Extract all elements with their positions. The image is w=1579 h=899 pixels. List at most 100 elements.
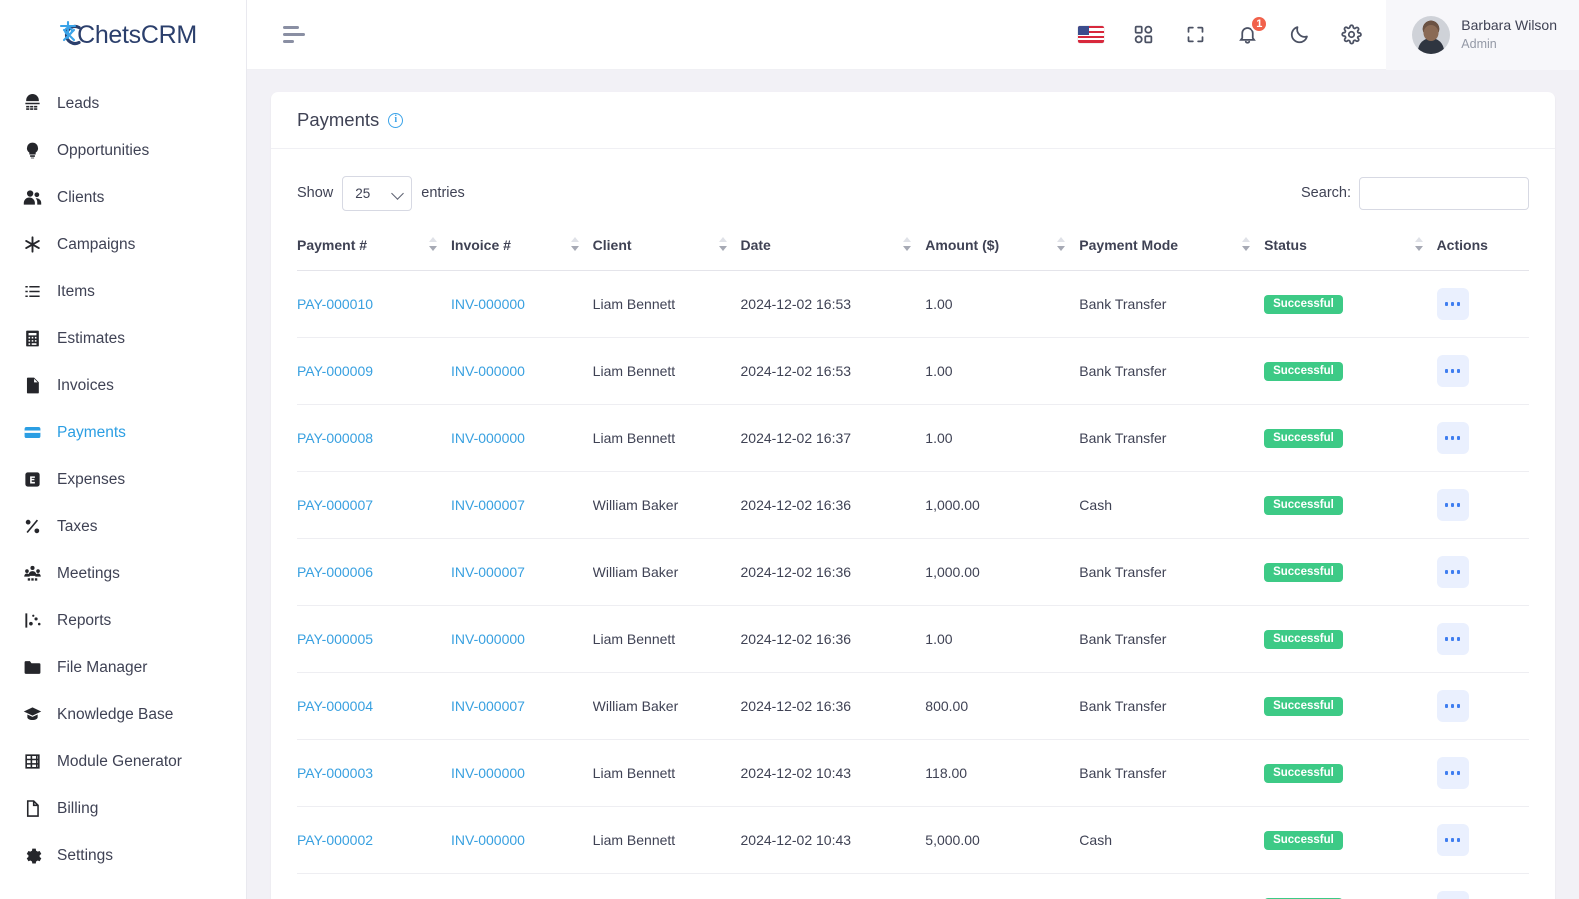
sidebar-item-reports[interactable]: Reports — [0, 597, 246, 644]
ellipsis-icon[interactable] — [1436, 690, 1469, 722]
settings-gear-icon[interactable] — [1338, 22, 1364, 48]
column-header-date[interactable]: Date — [741, 237, 926, 271]
invoice-link[interactable]: INV-000000 — [451, 296, 525, 312]
sidebar-item-payments[interactable]: Payments — [0, 409, 246, 456]
invoice-link[interactable]: INV-000007 — [451, 497, 525, 513]
sidebar-item-leads[interactable]: Leads — [0, 80, 246, 127]
cell-date: 2024-12-02 16:36 — [740, 605, 926, 673]
payment-link[interactable]: PAY-000002 — [297, 832, 373, 848]
cell-date: 2024-12-02 16:36 — [740, 471, 926, 539]
cell-date: 2024-12-02 10:43 — [740, 806, 926, 874]
invoice-link[interactable]: INV-000007 — [451, 698, 525, 714]
sidebar-item-campaigns[interactable]: Campaigns — [0, 221, 246, 268]
cell-invoice-number: INV-000000 — [451, 605, 593, 673]
sidebar-item-expenses[interactable]: Expenses — [0, 456, 246, 503]
column-header-client[interactable]: Client — [593, 237, 741, 271]
notifications-bell-icon[interactable]: 1 — [1234, 14, 1269, 48]
sidebar-item-billing[interactable]: Billing — [0, 785, 246, 832]
column-header-amount[interactable]: Amount ($) — [925, 237, 1079, 271]
ellipsis-icon[interactable] — [1436, 623, 1469, 655]
sidebar-item-estimates[interactable]: Estimates — [0, 315, 246, 362]
cell-invoice-number: INV-000002 — [451, 873, 593, 899]
sort-arrows-icon — [903, 237, 912, 251]
sidebar-item-label: Payments — [57, 423, 126, 441]
cell-date: 2024-12-02 16:36 — [740, 538, 926, 606]
cell-payment-number: PAY-000008 — [297, 404, 451, 472]
column-header-payment-mode[interactable]: Payment Mode — [1079, 237, 1264, 271]
table-row: PAY-000010 INV-000000 Liam Bennett 2024-12-… — [297, 270, 1529, 338]
sidebar-item-clients[interactable]: Clients — [0, 174, 246, 221]
hamburger-icon[interactable] — [283, 26, 305, 43]
content-area: Payments i Show 25 entries Search: Payme… — [247, 70, 1579, 899]
invoice-link[interactable]: INV-000000 — [451, 832, 525, 848]
sidebar-item-meetings[interactable]: Meetings — [0, 550, 246, 597]
sidebar-item-file-manager[interactable]: File Manager — [0, 644, 246, 691]
ellipsis-icon[interactable] — [1436, 422, 1469, 454]
payment-link[interactable]: PAY-000004 — [297, 698, 373, 714]
payment-link[interactable]: PAY-000003 — [297, 765, 373, 781]
ellipsis-icon[interactable] — [1436, 288, 1469, 320]
invoice-link[interactable]: INV-000000 — [451, 363, 525, 379]
expense-icon — [22, 470, 42, 490]
cell-payment-mode: Bank Transfer — [1079, 672, 1265, 740]
entries-selector: Show 25 entries — [297, 175, 465, 211]
sidebar-item-taxes[interactable]: Taxes — [0, 503, 246, 550]
cell-invoice-number: INV-000007 — [451, 471, 593, 539]
table-row: PAY-000000INV-000002Liam Bennett2024-12-… — [297, 873, 1529, 899]
sidebar-item-opportunities[interactable]: Opportunities — [0, 127, 246, 174]
status-badge: Successful — [1264, 629, 1343, 650]
fullscreen-icon[interactable] — [1182, 22, 1208, 48]
invoice-link[interactable]: INV-000000 — [451, 631, 525, 647]
sidebar-item-settings[interactable]: Settings — [0, 832, 246, 879]
sidebar-item-invoices[interactable]: Invoices — [0, 362, 246, 409]
payment-link[interactable]: PAY-000010 — [297, 296, 373, 312]
column-header-status[interactable]: Status — [1264, 237, 1436, 271]
show-label: Show — [297, 185, 334, 201]
user-profile-menu[interactable]: Barbara Wilson Admin — [1386, 0, 1579, 70]
table-row: PAY-000005 INV-000000 Liam Bennett 2024-12-… — [297, 605, 1529, 673]
ellipsis-icon[interactable] — [1436, 556, 1469, 588]
sidebar-item-knowledge-base[interactable]: Knowledge Base — [0, 691, 246, 738]
payment-link[interactable]: PAY-000007 — [297, 497, 373, 513]
profile-role: Admin — [1461, 37, 1497, 51]
cell-status: Successful — [1264, 538, 1437, 606]
payment-link[interactable]: PAY-000005 — [297, 631, 373, 647]
column-label: Client — [592, 237, 632, 253]
file-icon — [22, 376, 42, 396]
apps-grid-icon[interactable] — [1130, 22, 1156, 48]
sidebar-item-label: Reports — [57, 611, 112, 629]
ellipsis-icon[interactable] — [1436, 891, 1469, 899]
sidebar-item-label: Leads — [57, 94, 100, 112]
cell-invoice-number: INV-000007 — [451, 672, 593, 740]
ellipsis-icon[interactable] — [1436, 489, 1469, 521]
column-header-invoice-number[interactable]: Invoice # — [451, 237, 593, 271]
calculator-icon — [22, 329, 42, 349]
invoice-link[interactable]: INV-000007 — [451, 564, 525, 580]
ellipsis-icon[interactable] — [1436, 824, 1469, 856]
cell-client: Liam Bennett — [592, 739, 741, 807]
sidebar-item-module-generator[interactable]: Module Generator — [0, 738, 246, 785]
sidebar-item-label: Clients — [57, 188, 105, 206]
ellipsis-icon[interactable] — [1436, 757, 1469, 789]
table-header-row: Payment # Invoice # Client Date Amount (… — [297, 237, 1529, 271]
table-head: Payment # Invoice # Client Date Amount (… — [297, 237, 1529, 271]
cell-actions — [1436, 739, 1529, 807]
page-size-select[interactable]: 25 — [342, 175, 413, 211]
cell-actions — [1436, 806, 1529, 874]
payment-link[interactable]: PAY-000008 — [297, 430, 373, 446]
sidebar-item-items[interactable]: Items — [0, 268, 246, 315]
info-circle-icon[interactable]: i — [388, 112, 404, 128]
search-input[interactable] — [1359, 176, 1529, 210]
sidebar-item-label: Invoices — [57, 376, 114, 394]
brand-logo-area[interactable]: ChetsCRM — [0, 0, 246, 70]
cell-status: Successful — [1264, 672, 1437, 740]
payment-link[interactable]: PAY-000009 — [297, 363, 373, 379]
invoice-link[interactable]: INV-000000 — [451, 765, 525, 781]
payment-link[interactable]: PAY-000006 — [297, 564, 373, 580]
language-flag-us-icon[interactable] — [1078, 22, 1105, 48]
ellipsis-icon[interactable] — [1436, 355, 1469, 387]
cell-amount: 1,000.00 — [925, 471, 1080, 539]
invoice-link[interactable]: INV-000000 — [451, 430, 525, 446]
column-header-payment-number[interactable]: Payment # — [297, 237, 451, 271]
dark-mode-moon-icon[interactable] — [1286, 22, 1312, 48]
